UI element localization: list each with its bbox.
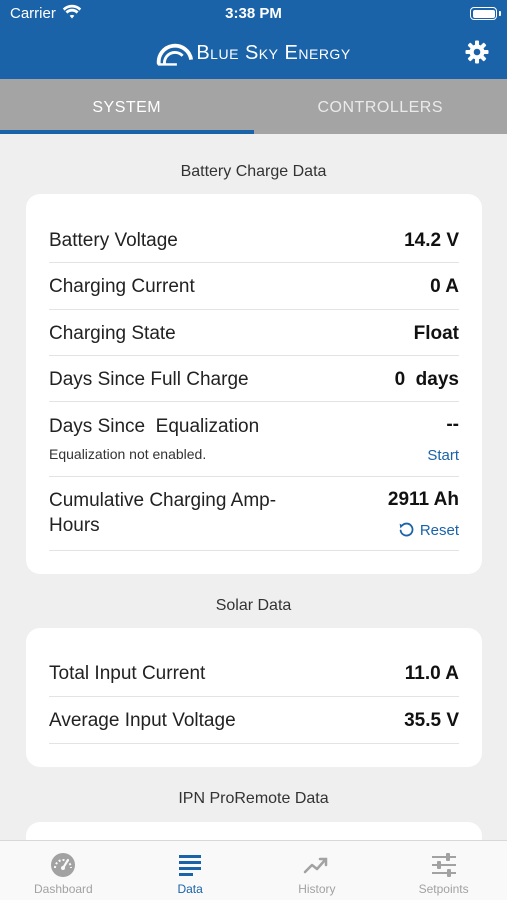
days-equalization-row: Days Since Equalization -- Equalization … xyxy=(49,402,459,477)
tab-history[interactable]: History xyxy=(254,841,381,900)
list-icon xyxy=(179,855,202,876)
start-equalization-button[interactable]: Start xyxy=(427,447,459,464)
amp-hours-value: 2911 Ah xyxy=(387,489,459,510)
reset-icon xyxy=(399,522,414,537)
status-time: 3:38 PM xyxy=(225,5,282,22)
battery-icon xyxy=(470,7,497,20)
tab-setpoints-label: Setpoints xyxy=(418,882,469,896)
brand-name: Blue Sky Energy xyxy=(196,41,351,64)
reset-amp-hours-button[interactable]: Reset xyxy=(398,521,459,539)
tab-system[interactable]: SYSTEM xyxy=(0,79,254,134)
brand-logo: Blue Sky Energy xyxy=(0,36,507,70)
solar-data-card: Total Input Current 11.0 A Average Input… xyxy=(26,628,482,767)
battery-voltage-label: Battery Voltage xyxy=(49,230,178,251)
ipn-section-title: IPN ProRemote Data xyxy=(178,790,329,807)
tab-data[interactable]: Data xyxy=(127,841,254,900)
days-full-charge-label: Days Since Full Charge xyxy=(49,369,249,390)
amp-hours-label-line2: Hours xyxy=(49,515,100,536)
charging-state-row: Charging State Float xyxy=(49,310,459,356)
battery-voltage-value: 14.2 V xyxy=(404,230,459,251)
days-full-charge-value: 0 days xyxy=(394,369,459,390)
sliders-icon xyxy=(431,853,456,877)
tab-history-label: History xyxy=(298,882,336,896)
app-header: Carrier 3:38 PM Blue Sky Energy xyxy=(0,0,507,79)
charging-current-label: Charging Current xyxy=(49,276,195,297)
input-current-label: Total Input Current xyxy=(49,663,206,684)
equalization-note: Equalization not enabled. xyxy=(49,446,207,462)
charging-state-value: Float xyxy=(413,323,459,344)
bottom-tab-bar: Dashboard Data History Setpoints xyxy=(0,840,507,900)
amp-hours-row: Cumulative Charging Amp- Hours 2911 Ah R… xyxy=(49,477,459,551)
gauge-icon xyxy=(51,853,76,877)
tab-dashboard-label: Dashboard xyxy=(34,882,93,896)
days-equalization-value: -- xyxy=(446,414,459,435)
input-voltage-label: Average Input Voltage xyxy=(49,710,236,731)
days-full-charge-row: Days Since Full Charge 0 days xyxy=(49,356,459,402)
input-voltage-value: 35.5 V xyxy=(404,710,459,731)
charging-current-value: 0 A xyxy=(430,276,459,297)
battery-charge-card: Battery Voltage 14.2 V Charging Current … xyxy=(26,194,482,574)
chart-line-icon xyxy=(303,857,328,874)
days-equalization-label: Days Since Equalization xyxy=(49,416,260,437)
reset-label: Reset xyxy=(419,522,459,539)
battery-section-title: Battery Charge Data xyxy=(180,163,327,180)
tab-data-label: Data xyxy=(177,882,203,896)
charging-state-label: Charging State xyxy=(49,323,176,344)
input-voltage-row: Average Input Voltage 35.5 V xyxy=(49,697,459,744)
tab-controllers[interactable]: CONTROLLERS xyxy=(254,79,507,134)
amp-hours-label-line1: Cumulative Charging Amp- xyxy=(49,490,277,511)
status-bar: Carrier 3:38 PM xyxy=(0,0,507,28)
segment-tabs: SYSTEM CONTROLLERS xyxy=(0,79,507,134)
tab-dashboard[interactable]: Dashboard xyxy=(0,841,127,900)
input-current-value: 11.0 A xyxy=(404,663,459,684)
solar-section-title: Solar Data xyxy=(215,597,292,614)
charging-current-row: Charging Current 0 A xyxy=(49,263,459,310)
sky-logo-icon xyxy=(157,43,194,66)
input-current-row: Total Input Current 11.0 A xyxy=(49,650,459,697)
battery-voltage-row: Battery Voltage 14.2 V xyxy=(49,216,459,263)
tab-setpoints[interactable]: Setpoints xyxy=(380,841,507,900)
gear-icon[interactable] xyxy=(465,40,489,64)
